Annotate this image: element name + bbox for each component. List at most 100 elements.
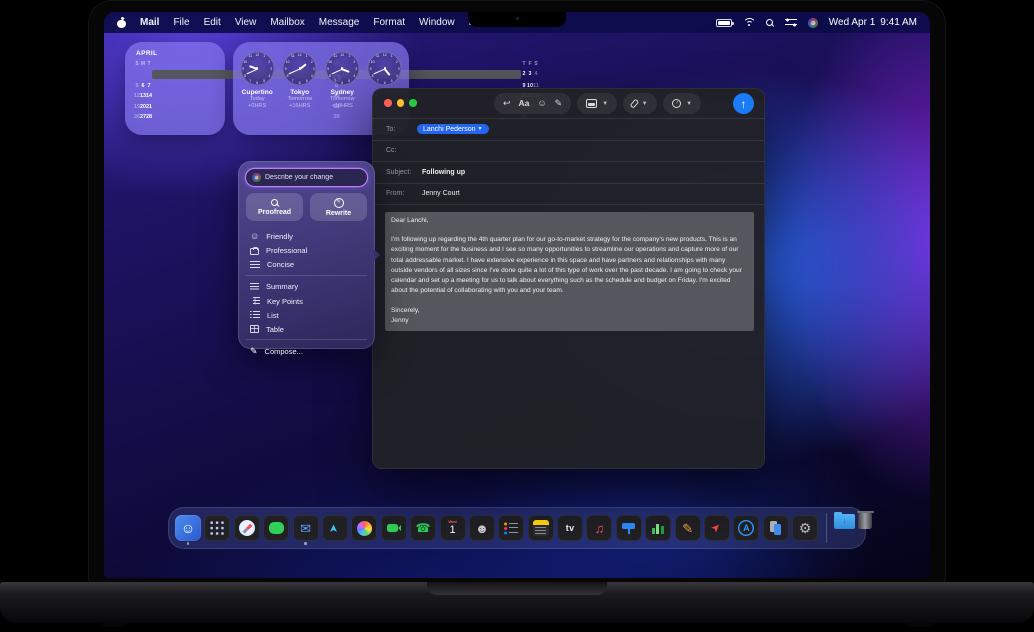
undo-icon[interactable]: ↩	[503, 99, 511, 108]
selected-text[interactable]: Dear Lanchi, I'm following up regarding …	[385, 212, 754, 331]
dock-keynote[interactable]	[616, 511, 642, 545]
dock-music[interactable]: ♫	[586, 511, 612, 545]
followup-button[interactable]: ▼	[663, 93, 701, 114]
dock-pages[interactable]: ✎	[675, 511, 701, 545]
dock-contacts[interactable]: ☻	[469, 511, 495, 545]
briefcase-icon	[250, 248, 259, 255]
calendar-widget[interactable]: APRIL SMTWTFS123456789101112131415161718…	[125, 42, 225, 135]
calendar-day[interactable]: 4	[533, 70, 539, 78]
dock-reminders[interactable]	[498, 511, 524, 545]
clock-numeral: 2	[353, 60, 355, 64]
describe-change-input[interactable]	[265, 174, 361, 181]
apple-menu-icon[interactable]	[117, 18, 126, 28]
menu-item-compose...[interactable]: ✎Compose...	[246, 345, 367, 358]
dock-launchpad[interactable]	[204, 511, 230, 545]
siri-icon[interactable]	[808, 18, 818, 28]
dock-mail[interactable]: ✉	[293, 511, 319, 545]
format-text-button[interactable]: Aa	[519, 99, 530, 108]
menu-item-label: Concise	[267, 260, 294, 269]
toolbar-buttons: ↩ Aa ☺ ✎ ▼ ▼	[494, 93, 701, 114]
clock-tokyo[interactable]: 123456789101112TokyoTomorrow+16HRS	[279, 51, 322, 135]
dock-photos[interactable]	[351, 511, 377, 545]
cc-label: Cc:	[386, 147, 417, 154]
dock-rocket[interactable]: ➤	[704, 511, 730, 545]
dock-finder[interactable]: ☺	[175, 511, 201, 545]
menu-item-summary[interactable]: Summary	[246, 281, 367, 294]
menu-item-professional[interactable]: Professional	[246, 244, 367, 257]
from-field[interactable]: From: Jenny Court	[372, 183, 765, 205]
dock-maps[interactable]: ➤	[322, 511, 348, 545]
dock-app-store[interactable]: A	[733, 511, 759, 545]
describe-change-field[interactable]	[246, 169, 367, 186]
menu-item-label: Table	[266, 325, 284, 334]
menu-format[interactable]: Format	[373, 17, 405, 28]
pencil-circle-icon	[334, 198, 344, 208]
recipient-token[interactable]: Lanchi Pederson ▼	[417, 124, 489, 134]
dock-downloads[interactable]	[834, 511, 855, 545]
calendar-grid: SMTWTFS123456789101112131415161718192021…	[134, 60, 217, 121]
menu-item-list[interactable]: List	[246, 309, 367, 322]
compose-pencil-icon: ✎	[250, 347, 258, 356]
mail-compose-window: ↩ Aa ☺ ✎ ▼ ▼	[372, 88, 765, 469]
clock-numeral: 2	[311, 60, 313, 64]
message-body[interactable]: Dear Lanchi, I'm following up regarding …	[372, 204, 765, 338]
downloads-folder-icon	[834, 514, 855, 529]
menu-window[interactable]: Window	[419, 17, 455, 28]
proofread-button[interactable]: Proofread	[246, 193, 303, 221]
dock-documents[interactable]	[763, 511, 789, 545]
menu-file[interactable]: File	[173, 17, 189, 28]
writing-tools-icon[interactable]: ✎	[555, 99, 563, 108]
menu-mail[interactable]: Mail	[140, 17, 159, 28]
clock-numeral: 4	[268, 74, 270, 78]
menu-edit[interactable]: Edit	[204, 17, 221, 28]
clock-numeral: 2	[396, 60, 398, 64]
chevron-down-icon: ▼	[602, 101, 608, 107]
writing-tools-formats: SummaryKey PointsList Table	[246, 281, 367, 336]
dock-notes[interactable]	[528, 511, 554, 545]
dock-system-settings[interactable]: ⚙	[792, 511, 818, 545]
clock-numeral: 4	[311, 74, 313, 78]
dock-facetime[interactable]	[381, 511, 407, 545]
dock-tv[interactable]: tv	[557, 511, 583, 545]
attach-file-button[interactable]: ▼	[623, 93, 656, 114]
cc-field[interactable]: Cc:	[372, 140, 765, 162]
menu-item-friendly[interactable]: ☺Friendly	[246, 230, 367, 243]
menu-message[interactable]: Message	[319, 17, 360, 28]
dock-phone[interactable]: ☎	[410, 511, 436, 545]
emoji-icon[interactable]: ☺	[537, 99, 546, 108]
rewrite-button[interactable]: Rewrite	[310, 193, 367, 221]
menu-mailbox[interactable]: Mailbox	[270, 17, 304, 28]
dock-numbers[interactable]	[645, 511, 671, 545]
dock-safari[interactable]	[234, 511, 260, 545]
dock-messages[interactable]	[263, 511, 289, 545]
control-center-icon[interactable]	[785, 18, 797, 27]
menu-bar-clock[interactable]: Wed Apr 1 9:41 AM	[829, 17, 917, 28]
battery-icon[interactable]	[716, 19, 732, 27]
close-window-button[interactable]	[384, 99, 392, 107]
spotlight-search-icon[interactable]	[766, 19, 774, 27]
menu-item-table[interactable]: Table	[246, 323, 367, 336]
clock-sydney[interactable]: 123456789101112SydneyTomorrow+18HRS	[321, 51, 364, 135]
menu-view[interactable]: View	[235, 17, 257, 28]
dock-trash[interactable]	[858, 511, 872, 545]
wifi-icon[interactable]	[743, 18, 755, 27]
minimize-window-button[interactable]	[397, 99, 405, 107]
clock-cupertino[interactable]: 123456789101112CupertinoToday+0HRS	[236, 51, 279, 135]
subject-field[interactable]: Subject: Following up	[372, 161, 765, 183]
photo-browser-button[interactable]: ▼	[577, 93, 617, 114]
table-icon	[250, 325, 259, 333]
menu-item-concise[interactable]: Concise	[246, 258, 367, 271]
dock-calendar[interactable]: Wed1	[440, 511, 466, 545]
clock-numeral: 4	[353, 74, 355, 78]
body-greeting: Dear Lanchi,	[391, 216, 748, 226]
menu-bar-date: Wed Apr 1	[829, 17, 876, 28]
send-button[interactable]: ↑	[733, 93, 754, 114]
clock-day-label: Today	[250, 96, 265, 103]
zoom-window-button[interactable]	[409, 99, 417, 107]
clock-numeral: 5	[348, 79, 350, 83]
laptop-lid: Mail File Edit View Mailbox Message Format Wind…	[88, 0, 946, 584]
to-field[interactable]: To: Lanchi Pederson ▼	[372, 118, 765, 140]
menu-item-key-points[interactable]: Key Points	[246, 295, 367, 308]
menu-item-label: Professional	[266, 246, 307, 255]
dock: ☺✉➤☎Wed1☻tv♫✎➤A⚙	[168, 507, 866, 549]
